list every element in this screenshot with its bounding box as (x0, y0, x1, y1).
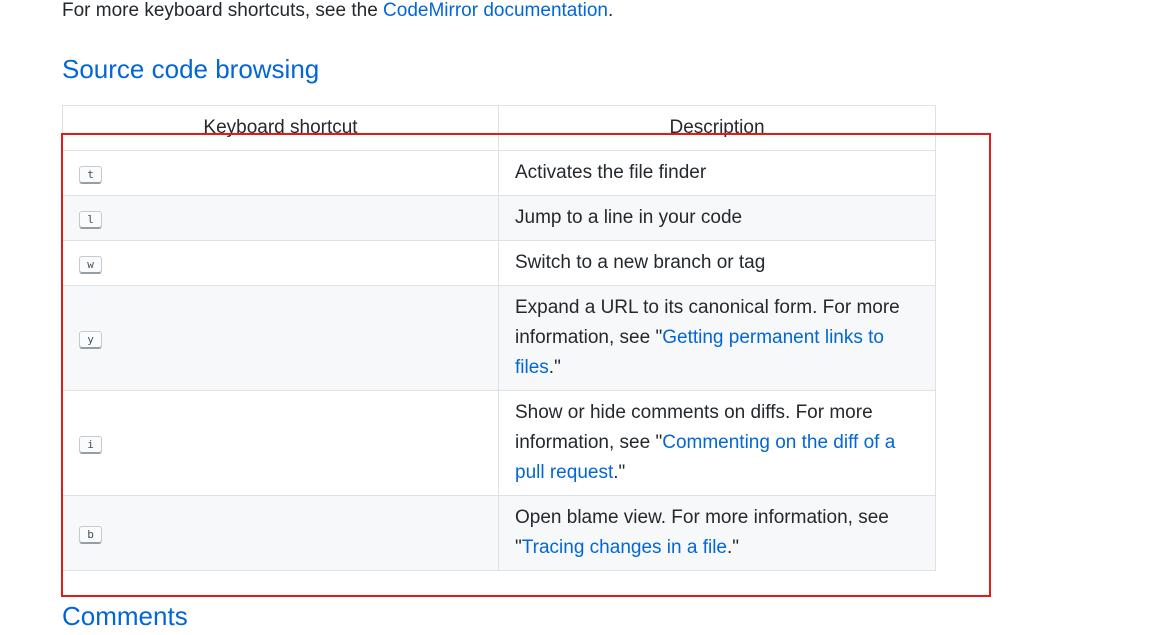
tracing-changes-link[interactable]: Tracing changes in a file (522, 537, 727, 558)
table-row: i Show or hide comments on diffs. For mo… (62, 390, 936, 496)
description-cell: Show or hide comments on diffs. For more… (498, 390, 936, 496)
description-cell: Activates the file finder (498, 150, 936, 196)
shortcut-key: t (79, 166, 102, 184)
shortcut-key: b (79, 526, 102, 544)
shortcut-key: l (79, 211, 102, 229)
description-text: Switch to a new branch or tag (515, 252, 766, 273)
intro-text: For more keyboard shortcuts, see the (62, 0, 384, 21)
page: For more keyboard shortcuts, see the Cod… (0, 0, 1152, 635)
description-suffix: ." (613, 462, 626, 483)
shortcut-cell: w (62, 240, 499, 286)
table-row: l Jump to a line in your code (62, 195, 936, 241)
shortcut-key: w (79, 256, 102, 274)
description-cell: Expand a URL to its canonical form. For … (498, 285, 936, 391)
table-row: t Activates the file finder (62, 150, 936, 196)
table-header-row: Keyboard shortcut Description (62, 105, 936, 151)
shortcut-cell: b (62, 495, 499, 571)
header-description: Description (498, 105, 936, 151)
codemirror-docs-link[interactable]: CodeMirror documentation (383, 0, 608, 21)
section-title-comments[interactable]: Comments (62, 599, 188, 633)
description-cell: Jump to a line in your code (498, 195, 936, 241)
shortcuts-table: Keyboard shortcut Description t Activate… (62, 105, 936, 571)
description-cell: Open blame view. For more information, s… (498, 495, 936, 571)
description-suffix: ." (727, 537, 740, 558)
description-suffix: ." (548, 357, 561, 378)
header-keyboard-shortcut: Keyboard shortcut (62, 105, 499, 151)
shortcut-cell: y (62, 285, 499, 391)
shortcut-key: i (79, 436, 102, 454)
table-row: w Switch to a new branch or tag (62, 240, 936, 286)
description-text: Activates the file finder (515, 162, 707, 183)
description-text: Jump to a line in your code (515, 207, 743, 228)
shortcut-cell: i (62, 390, 499, 496)
shortcut-key: y (79, 331, 102, 349)
section-title-source-code-browsing[interactable]: Source code browsing (62, 52, 319, 86)
intro-paragraph: For more keyboard shortcuts, see the Cod… (62, 0, 613, 24)
table-row: b Open blame view. For more information,… (62, 495, 936, 571)
intro-period: . (608, 0, 614, 21)
shortcut-cell: l (62, 195, 499, 241)
table-row: y Expand a URL to its canonical form. Fo… (62, 285, 936, 391)
description-cell: Switch to a new branch or tag (498, 240, 936, 286)
shortcut-cell: t (62, 150, 499, 196)
